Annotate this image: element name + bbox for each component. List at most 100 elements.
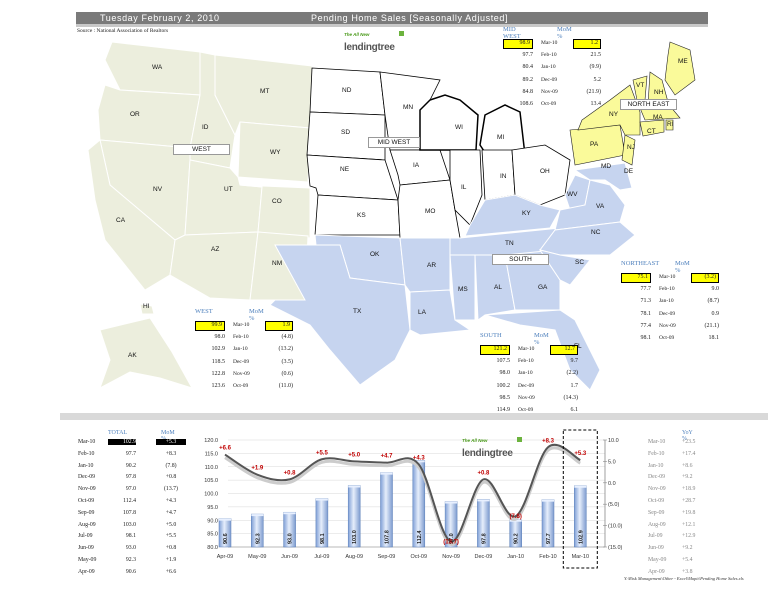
region-row: 98.1 Oct-09 18.1 bbox=[621, 335, 731, 345]
mom-data-label: (13.7) bbox=[443, 539, 459, 545]
row-value: 102.9 bbox=[211, 346, 226, 353]
x-tick-label: Dec-09 bbox=[475, 554, 493, 560]
state-label-mi: MI bbox=[497, 134, 505, 141]
y2-tick-label: 0.0 bbox=[608, 481, 616, 487]
row-mom: 9.0 bbox=[711, 286, 720, 293]
state-label-nv: NV bbox=[153, 186, 163, 193]
bar bbox=[509, 519, 522, 548]
region-row: 80.4 Jan-10 (9.9) bbox=[503, 64, 613, 74]
row-month: Jun-09 bbox=[648, 545, 664, 552]
y-tick-label: 80.0 bbox=[207, 545, 218, 551]
row-mom: (0.6) bbox=[281, 370, 294, 377]
row-value: 122.8 bbox=[211, 370, 226, 377]
bar-cap bbox=[412, 460, 425, 463]
state-label-vt: VT bbox=[636, 82, 645, 89]
state-label-mn: MN bbox=[403, 104, 414, 111]
x-tick-label: Feb-10 bbox=[539, 554, 556, 560]
total-row: Mar-10 102.9 +5.3 bbox=[78, 439, 198, 450]
region-row: 108.6 Oct-09 13.4 bbox=[503, 101, 613, 111]
region-row: 122.8 Nov-09 (0.6) bbox=[195, 371, 305, 381]
row-mom: 21.5 bbox=[590, 52, 602, 59]
bar-cap bbox=[445, 501, 458, 504]
row-month: Nov-09 bbox=[541, 88, 558, 95]
row-month: Aug-09 bbox=[78, 521, 96, 528]
row-mom: (4.8) bbox=[281, 334, 294, 341]
state-label-ms: MS bbox=[458, 286, 468, 293]
row-value: 92.3 bbox=[125, 557, 136, 563]
x-tick-label: Apr-09 bbox=[217, 554, 234, 560]
row-mom: (3.5) bbox=[281, 358, 294, 365]
row-value: 98.1 bbox=[125, 533, 136, 540]
state-label-in: IN bbox=[500, 173, 507, 180]
x-tick-label: May-09 bbox=[248, 554, 266, 560]
row-month: Apr-09 bbox=[78, 568, 95, 575]
state-label-wv: WV bbox=[567, 191, 578, 198]
bar-value-label: 90.6 bbox=[223, 533, 229, 544]
state-label-sc: SC bbox=[575, 259, 585, 266]
yoy-row: Oct-09 +28.7 bbox=[648, 498, 718, 509]
row-mom: (7.8) bbox=[165, 462, 177, 469]
y-tick-label: 95.0 bbox=[207, 505, 218, 511]
mom-header: MoM % bbox=[534, 332, 549, 346]
state-label-ct: CT bbox=[647, 128, 656, 135]
y2-tick-label: 10.0 bbox=[608, 438, 619, 444]
state-label-wi: WI bbox=[455, 124, 463, 131]
row-month: Dec-09 bbox=[648, 474, 666, 481]
mom-data-label: +5.0 bbox=[348, 452, 361, 458]
region-title: MID WEST bbox=[503, 26, 521, 40]
row-mom: (21.1) bbox=[704, 322, 720, 329]
row-month: Dec-09 bbox=[541, 76, 558, 83]
state-sd bbox=[306, 111, 386, 161]
y2-tick-label: (5.0) bbox=[608, 502, 619, 508]
state-label-va: VA bbox=[596, 203, 605, 210]
bar bbox=[444, 501, 458, 548]
mom-data-label: +0.8 bbox=[284, 470, 297, 476]
row-month: Nov-09 bbox=[518, 394, 535, 401]
bar bbox=[251, 513, 264, 548]
region-row: 102.9 Jan-10 (13.2) bbox=[195, 346, 305, 356]
row-month: Jan-10 bbox=[541, 64, 556, 71]
row-value: 78.1 bbox=[640, 310, 652, 317]
mom-data-label: +4.7 bbox=[381, 454, 394, 460]
row-month: Dec-09 bbox=[518, 382, 535, 389]
yoy-row: Jul-09 +12.9 bbox=[648, 533, 718, 544]
y2-tick-label: (15.0) bbox=[608, 545, 623, 551]
bar-cap bbox=[574, 485, 587, 488]
region-row: 118.5 Dec-09 (3.5) bbox=[195, 359, 305, 369]
region-title: NORTHEAST bbox=[621, 260, 660, 267]
total-row: Jun-09 93.0 +0.8 bbox=[78, 545, 198, 556]
row-mom: +0.8 bbox=[165, 545, 177, 552]
row-yoy: +12.9 bbox=[682, 533, 696, 540]
state-label-ga: GA bbox=[538, 284, 548, 291]
state-az bbox=[169, 231, 259, 301]
row-value: 112.4 bbox=[123, 498, 136, 504]
mom-line bbox=[224, 444, 581, 543]
row-yoy: +18.9 bbox=[682, 486, 696, 493]
state-label-wa: WA bbox=[152, 64, 163, 71]
row-month: Apr-09 bbox=[648, 568, 665, 575]
chart-lendingtree-logo: The All New lendingtree bbox=[462, 437, 524, 461]
row-month: May-09 bbox=[648, 557, 667, 563]
row-value: 102.9 bbox=[108, 439, 136, 445]
row-month: Oct-09 bbox=[78, 498, 95, 504]
file-path-footer: Y:\Risk Management\Other - Excel\Mapit\P… bbox=[624, 576, 744, 581]
bar bbox=[574, 485, 587, 548]
state-nc bbox=[539, 221, 636, 256]
state-label-la: LA bbox=[418, 309, 426, 316]
row-yoy: +28.7 bbox=[682, 498, 696, 504]
state-label-ak: AK bbox=[128, 352, 137, 359]
row-mom: +0.8 bbox=[165, 474, 177, 481]
row-value: 100.2 bbox=[496, 382, 511, 389]
row-month: Jul-09 bbox=[648, 533, 663, 540]
region-row: 77.4 Nov-09 (21.1) bbox=[621, 323, 731, 333]
x-tick-label: Sep-09 bbox=[378, 554, 396, 560]
region-row: 99.9 Mar-10 1.9 bbox=[195, 321, 305, 332]
row-yoy: +9.2 bbox=[682, 545, 693, 552]
mom-data-label: +8.3 bbox=[542, 438, 555, 444]
row-mom: (21.9) bbox=[586, 88, 602, 95]
state-oh bbox=[511, 144, 571, 206]
state-label-me: ME bbox=[678, 58, 688, 65]
yoy-row: Dec-09 +9.2 bbox=[648, 474, 718, 485]
row-value: 75.1 bbox=[621, 273, 651, 283]
row-value: 93.0 bbox=[125, 545, 136, 552]
